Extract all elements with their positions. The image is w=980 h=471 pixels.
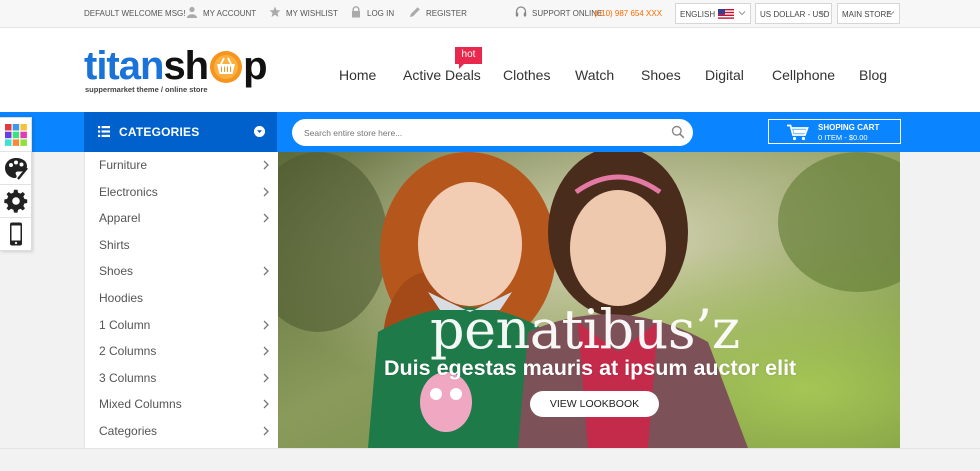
chevron-down-icon	[887, 11, 895, 16]
logo-text-p: p	[243, 44, 267, 88]
categories-title: CATEGORIES	[119, 125, 200, 139]
support-phone: (010) 987 654 XXX	[594, 9, 663, 18]
cart-icon	[787, 124, 809, 141]
bottom-area	[0, 448, 980, 471]
category-item-3-columns[interactable]: 3 Columns	[85, 365, 279, 392]
login-link[interactable]: LOG IN	[367, 9, 394, 18]
currency-select[interactable]: US DOLLAR - USD	[755, 3, 832, 24]
search-icon[interactable]	[671, 125, 685, 139]
language-select[interactable]: ENGLISH	[675, 3, 751, 24]
chevron-right-icon	[263, 320, 269, 330]
chevron-right-icon	[263, 213, 269, 223]
category-item-furniture[interactable]: Furniture	[85, 152, 279, 179]
list-icon	[98, 126, 110, 137]
chevron-down-icon	[254, 126, 265, 137]
chevron-right-icon	[263, 266, 269, 276]
chevron-right-icon	[263, 160, 269, 170]
my-wishlist-link[interactable]: MY WISHLIST	[286, 9, 338, 18]
category-label: Categories	[99, 424, 158, 438]
chevron-down-icon	[738, 11, 746, 16]
category-item-1-column[interactable]: 1 Column	[85, 312, 279, 339]
cart-summary: 0 ITEM - $0.00	[818, 133, 868, 142]
nav-clothes[interactable]: Clothes	[503, 67, 550, 83]
right-margin	[900, 152, 980, 448]
logo-text-titan: titan	[84, 44, 164, 88]
category-item-categories[interactable]: Categories	[85, 418, 279, 445]
category-item-2-columns[interactable]: 2 Columns	[85, 338, 279, 365]
nav-active-deals[interactable]: Active Deals	[403, 67, 481, 83]
category-label: Mixed Columns	[99, 397, 182, 412]
category-label: Shoes	[99, 264, 134, 279]
category-label: Furniture	[99, 158, 148, 172]
divider	[0, 184, 31, 185]
logo-basket-icon	[210, 51, 242, 83]
nav-home[interactable]: Home	[339, 67, 376, 83]
nav-shoes[interactable]: Shoes	[641, 67, 681, 83]
chevron-down-icon	[819, 11, 827, 16]
nav-watch[interactable]: Watch	[575, 67, 614, 83]
store-value: MAIN STORE	[842, 10, 892, 19]
category-item-mixed-columns[interactable]: Mixed Columns	[85, 391, 279, 418]
view-lookbook-button[interactable]: VIEW LOOKBOOK	[530, 391, 659, 417]
hot-badge: hot	[455, 47, 482, 69]
top-bar: DEFAULT WELCOME MSG! MY ACCOUNT MY WISHL…	[0, 0, 980, 28]
logo-text-sh: sh	[163, 44, 209, 88]
hero-banner: penatibus’z Duis egestas mauris at ipsum…	[278, 152, 900, 448]
category-item-apparel[interactable]: Apparel	[85, 205, 279, 232]
mobile-icon[interactable]	[3, 221, 29, 247]
search-input[interactable]	[304, 125, 664, 140]
chevron-right-icon	[263, 346, 269, 356]
gear-icon[interactable]	[3, 188, 29, 214]
nav-digital[interactable]: Digital	[705, 67, 744, 83]
store-select[interactable]: MAIN STORE	[837, 3, 900, 24]
welcome-message: DEFAULT WELCOME MSG!	[84, 9, 186, 18]
banner-subtitle: Duis egestas mauris at ipsum auctor elit	[384, 356, 797, 380]
divider	[0, 217, 31, 218]
categories-menu: Furniture Electronics Apparel Shirts Sho…	[84, 152, 278, 448]
register-link[interactable]: REGISTER	[426, 9, 467, 18]
paint-icon[interactable]	[3, 155, 29, 181]
cart-title: SHOPING CART	[818, 123, 880, 132]
support-label: SUPPORT ONLINE	[532, 9, 603, 18]
category-label: 2 Columns	[99, 344, 157, 359]
us-flag-icon	[718, 9, 734, 19]
nav-cellphone[interactable]: Cellphone	[772, 67, 835, 83]
chevron-right-icon	[263, 373, 269, 383]
pencil-icon	[410, 7, 420, 17]
chevron-right-icon	[263, 187, 269, 197]
chevron-right-icon	[263, 399, 269, 409]
categories-toggle[interactable]: CATEGORIES	[84, 112, 277, 152]
category-label: Shirts	[99, 237, 130, 252]
user-icon	[187, 6, 197, 18]
search-box	[292, 119, 693, 146]
category-label: Hoodies	[99, 291, 144, 305]
category-label: Apparel	[99, 211, 141, 226]
my-account-link[interactable]: MY ACCOUNT	[203, 9, 256, 18]
category-label: Electronics	[99, 184, 158, 199]
divider	[0, 151, 31, 152]
category-item-electronics[interactable]: Electronics	[85, 179, 279, 206]
theme-tools-panel	[0, 117, 32, 251]
headset-icon	[515, 6, 527, 17]
logo-tagline: suppermarket theme / online store	[85, 85, 208, 94]
color-palette-icon[interactable]	[3, 122, 29, 148]
category-item-shoes[interactable]: Shoes	[85, 258, 279, 285]
shopping-cart-button[interactable]: SHOPING CART 0 ITEM - $0.00	[768, 119, 901, 144]
nav-blog[interactable]: Blog	[859, 67, 887, 83]
category-item-shirts[interactable]: Shirts	[85, 232, 279, 259]
banner-title: penatibus’z	[430, 298, 740, 361]
lock-icon	[352, 6, 360, 18]
category-item-hoodies[interactable]: Hoodies	[85, 285, 279, 312]
header: titansh p suppermarket theme / online sto…	[0, 28, 980, 112]
star-icon	[269, 6, 281, 17]
category-label: 1 Column	[99, 317, 151, 332]
language-value: ENGLISH	[680, 10, 716, 19]
category-label: 3 Columns	[99, 370, 157, 385]
chevron-right-icon	[263, 426, 269, 436]
